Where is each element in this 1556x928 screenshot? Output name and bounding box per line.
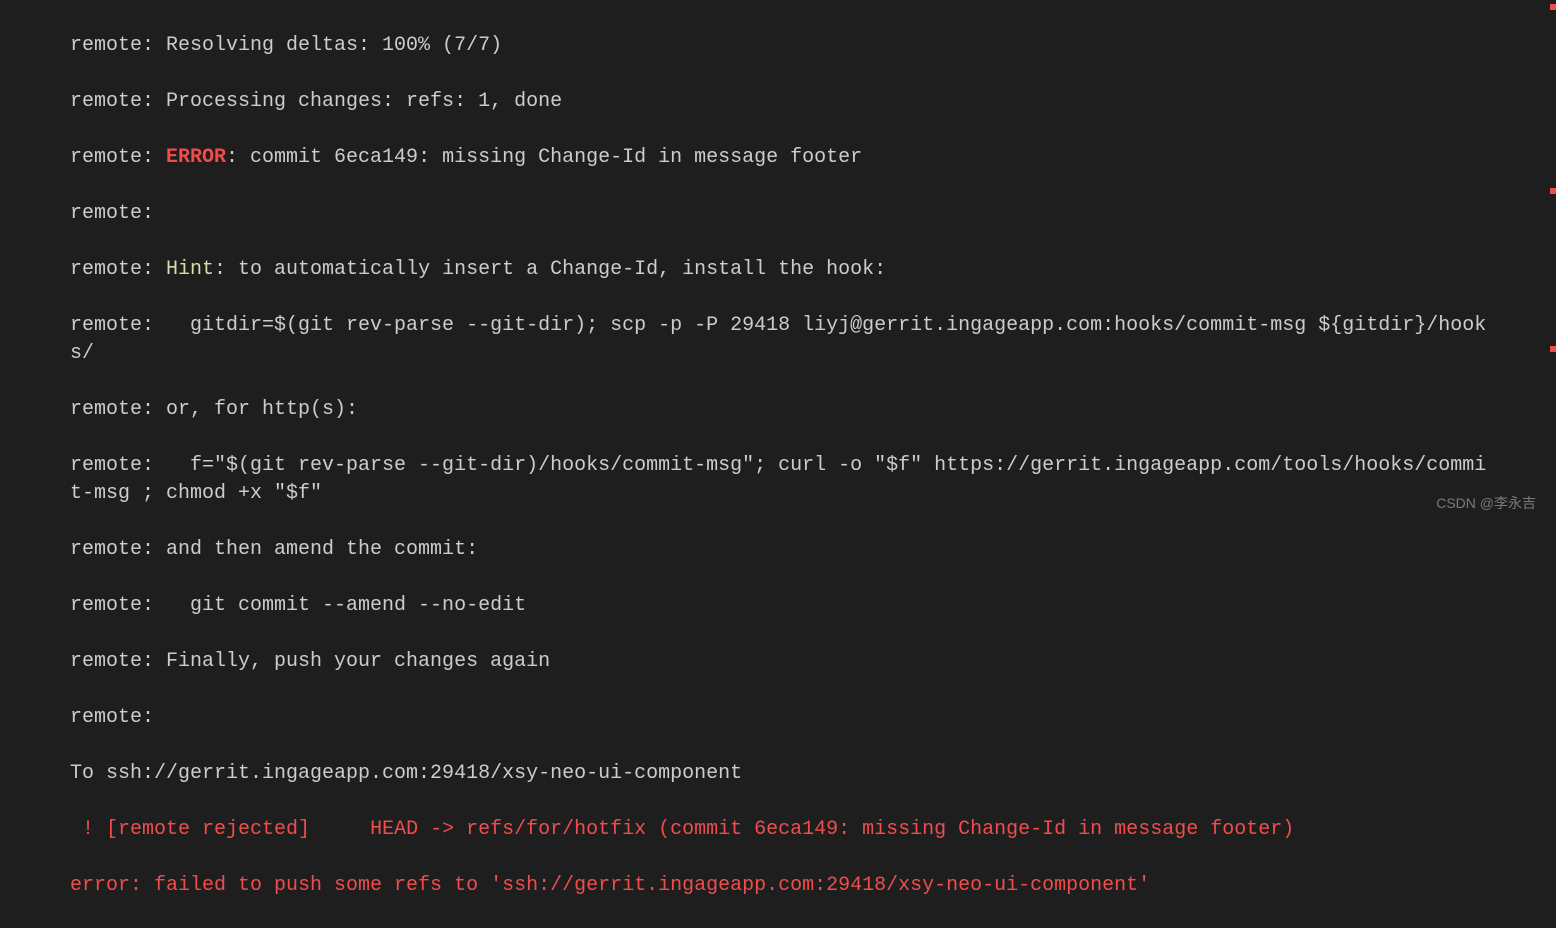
remote-rejected-line: ! [remote rejected] HEAD -> refs/for/hot… (70, 816, 1490, 844)
remote-prefix: remote: (70, 146, 166, 169)
watermark: CSDN @李永吉 (1436, 494, 1536, 514)
error-label: ERROR (166, 146, 226, 169)
output-line: remote: or, for http(s): (70, 396, 1490, 424)
terminal-output[interactable]: remote: Resolving deltas: 100% (7/7) rem… (0, 0, 1490, 928)
output-line: To ssh://gerrit.ingageapp.com:29418/xsy-… (70, 760, 1490, 788)
remote-prefix: remote: (70, 258, 166, 281)
output-line: remote: Resolving deltas: 100% (7/7) (70, 32, 1490, 60)
scrollbar[interactable] (1542, 0, 1556, 520)
output-line: remote: git commit --amend --no-edit (70, 592, 1490, 620)
output-line: remote: (70, 704, 1490, 732)
hint-label: Hint (166, 258, 214, 281)
output-line: remote: and then amend the commit: (70, 536, 1490, 564)
error-line: error: failed to push some refs to 'ssh:… (70, 872, 1490, 900)
output-line: remote: Finally, push your changes again (70, 648, 1490, 676)
scrollbar-error-mark (1550, 4, 1556, 10)
output-line: remote: (70, 200, 1490, 228)
error-message: : commit 6eca149: missing Change-Id in m… (226, 146, 862, 169)
output-line: remote: gitdir=$(git rev-parse --git-dir… (70, 312, 1490, 368)
output-line: remote: ERROR: commit 6eca149: missing C… (70, 144, 1490, 172)
scrollbar-error-mark (1550, 188, 1556, 194)
output-line: remote: f="$(git rev-parse --git-dir)/ho… (70, 452, 1490, 508)
scrollbar-error-mark (1550, 346, 1556, 352)
output-line: remote: Processing changes: refs: 1, don… (70, 88, 1490, 116)
output-line: remote: Hint: to automatically insert a … (70, 256, 1490, 284)
hint-message: : to automatically insert a Change-Id, i… (214, 258, 886, 281)
